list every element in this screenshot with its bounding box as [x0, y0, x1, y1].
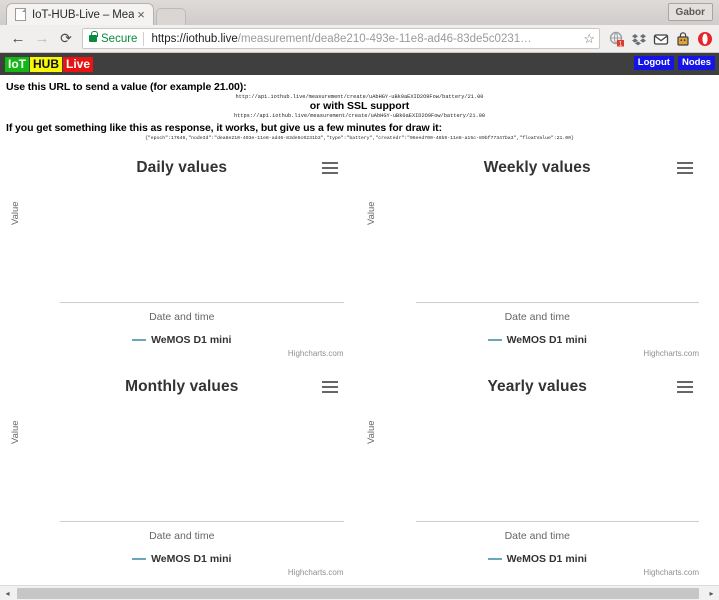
browser-toolbar: ← → ⟳ Secure https://iothub.live/measure…: [0, 25, 719, 53]
instruction-line-2: If you get something like this as respon…: [6, 122, 442, 134]
header-actions: Logout Nodes: [633, 56, 715, 70]
nodes-button[interactable]: Nodes: [677, 56, 715, 70]
tab-title: IoT-HUB-Live – Measu: [32, 8, 134, 21]
chart-legend[interactable]: WeMOS D1 mini: [360, 334, 716, 346]
chart-title: Monthly values: [125, 378, 239, 395]
x-axis-line: [415, 521, 699, 522]
y-axis-title: Value: [10, 201, 21, 225]
x-axis-title: Date and time: [149, 530, 215, 542]
legend-label: WeMOS D1 mini: [506, 334, 587, 346]
browser-tab[interactable]: IoT-HUB-Live – Measu ×: [6, 3, 154, 25]
chart-title: Daily values: [136, 159, 228, 176]
api-url-https: https://api.iothub.live/measurement/crea…: [233, 113, 486, 119]
site-logo[interactable]: IoT HUB Live: [5, 56, 94, 72]
chart-title: Yearly values: [487, 378, 588, 395]
legend-line-marker: [132, 339, 147, 341]
x-axis-title: Date and time: [504, 311, 570, 323]
chart-yearly: Yearly values Value Date and time WeMOS …: [359, 368, 716, 587]
new-tab-button[interactable]: [156, 8, 186, 25]
highcharts-credit[interactable]: Highcharts.com: [643, 349, 699, 358]
highcharts-credit[interactable]: Highcharts.com: [288, 349, 344, 358]
url-domain: https://iothub.live: [151, 32, 238, 45]
x-axis-title: Date and time: [149, 311, 215, 323]
sample-json-response: {"epoch":17646,"nodeId":"dea8e210-493e-1…: [145, 136, 574, 141]
legend-line-marker: [487, 339, 502, 341]
dropbox-icon[interactable]: [631, 31, 647, 47]
tab-strip: IoT-HUB-Live – Measu × Gabor: [0, 0, 719, 25]
page-content: Use this URL to send a value (for exampl…: [0, 75, 719, 587]
scrollbar-thumb[interactable]: [17, 587, 700, 599]
shield-badge-icon[interactable]: 1: [609, 31, 625, 47]
logo-part-hub: HUB: [30, 56, 62, 72]
extension-bar: 1: [605, 31, 713, 47]
chart-title: Weekly values: [483, 159, 591, 176]
page-icon: [15, 8, 26, 21]
lock-icon: [89, 31, 98, 42]
logo-part-live: Live: [63, 56, 94, 72]
context-menu-icon[interactable]: [677, 380, 693, 394]
chart-monthly: Monthly values Value Date and time WeMOS…: [4, 368, 360, 587]
site-header: IoT HUB Live Logout Nodes: [0, 53, 719, 75]
plot-area[interactable]: [415, 410, 699, 522]
charts-grid: Daily values Value Date and time WeMOS D…: [4, 149, 715, 587]
browser-window: IoT-HUB-Live – Measu × Gabor ← → ⟳ Secur…: [0, 0, 719, 600]
divider: [143, 31, 145, 46]
x-axis-title: Date and time: [504, 530, 570, 542]
url-text: https://iothub.live/measurement/dea8e210…: [151, 33, 578, 45]
reload-icon[interactable]: ⟳: [54, 27, 78, 51]
chart-legend[interactable]: WeMOS D1 mini: [4, 553, 360, 565]
context-menu-icon[interactable]: [321, 380, 338, 394]
scroll-right-arrow-icon[interactable]: ▸: [704, 586, 719, 600]
bookmark-star-icon[interactable]: ☆: [583, 31, 595, 47]
lock-safe-icon[interactable]: [675, 31, 691, 47]
url-path: /measurement/dea8e210-493e-11e8-ad46-83d…: [237, 32, 532, 45]
logout-button[interactable]: Logout: [633, 56, 674, 70]
x-axis-line: [60, 521, 344, 522]
legend-label: WeMOS D1 mini: [151, 553, 232, 565]
x-axis-line: [415, 302, 699, 303]
scrollbar-track[interactable]: [15, 586, 704, 600]
chart-daily: Daily values Value Date and time WeMOS D…: [4, 149, 360, 368]
mail-icon[interactable]: [653, 31, 669, 47]
plot-area[interactable]: [60, 191, 344, 303]
y-axis-title: Value: [365, 420, 377, 444]
chart-weekly: Weekly values Value Date and time WeMOS …: [359, 149, 716, 368]
plot-area[interactable]: [415, 191, 699, 303]
back-icon[interactable]: ←: [6, 27, 30, 51]
horizontal-scrollbar[interactable]: ◂ ▸: [0, 585, 719, 600]
highcharts-credit[interactable]: Highcharts.com: [643, 568, 699, 577]
scroll-left-arrow-icon[interactable]: ◂: [0, 586, 15, 600]
legend-label: WeMOS D1 mini: [506, 553, 587, 565]
legend-line-marker: [132, 558, 147, 560]
x-axis-line: [60, 302, 344, 303]
logo-part-iot: IoT: [5, 56, 29, 72]
y-axis-title: Value: [365, 201, 377, 225]
legend-label: WeMOS D1 mini: [151, 334, 232, 346]
y-axis-title: Value: [10, 420, 21, 444]
security-label: Secure: [101, 32, 138, 45]
instruction-line-1: Use this URL to send a value (for exampl…: [6, 81, 247, 93]
forward-icon[interactable]: →: [30, 27, 54, 51]
profile-button[interactable]: Gabor: [667, 3, 713, 21]
context-menu-icon[interactable]: [677, 161, 693, 175]
highcharts-credit[interactable]: Highcharts.com: [288, 568, 344, 577]
page-viewport: IoT HUB Live Logout Nodes Use this URL t…: [0, 53, 719, 600]
plot-area[interactable]: [60, 410, 344, 522]
opera-icon[interactable]: [697, 31, 713, 47]
ssl-note: or with SSL support: [309, 100, 410, 112]
address-bar[interactable]: Secure https://iothub.live/measurement/d…: [82, 28, 600, 49]
chart-legend[interactable]: WeMOS D1 mini: [4, 334, 360, 346]
close-icon[interactable]: ×: [134, 8, 148, 22]
context-menu-icon[interactable]: [321, 161, 338, 175]
legend-line-marker: [487, 558, 502, 560]
chart-legend[interactable]: WeMOS D1 mini: [360, 553, 716, 565]
